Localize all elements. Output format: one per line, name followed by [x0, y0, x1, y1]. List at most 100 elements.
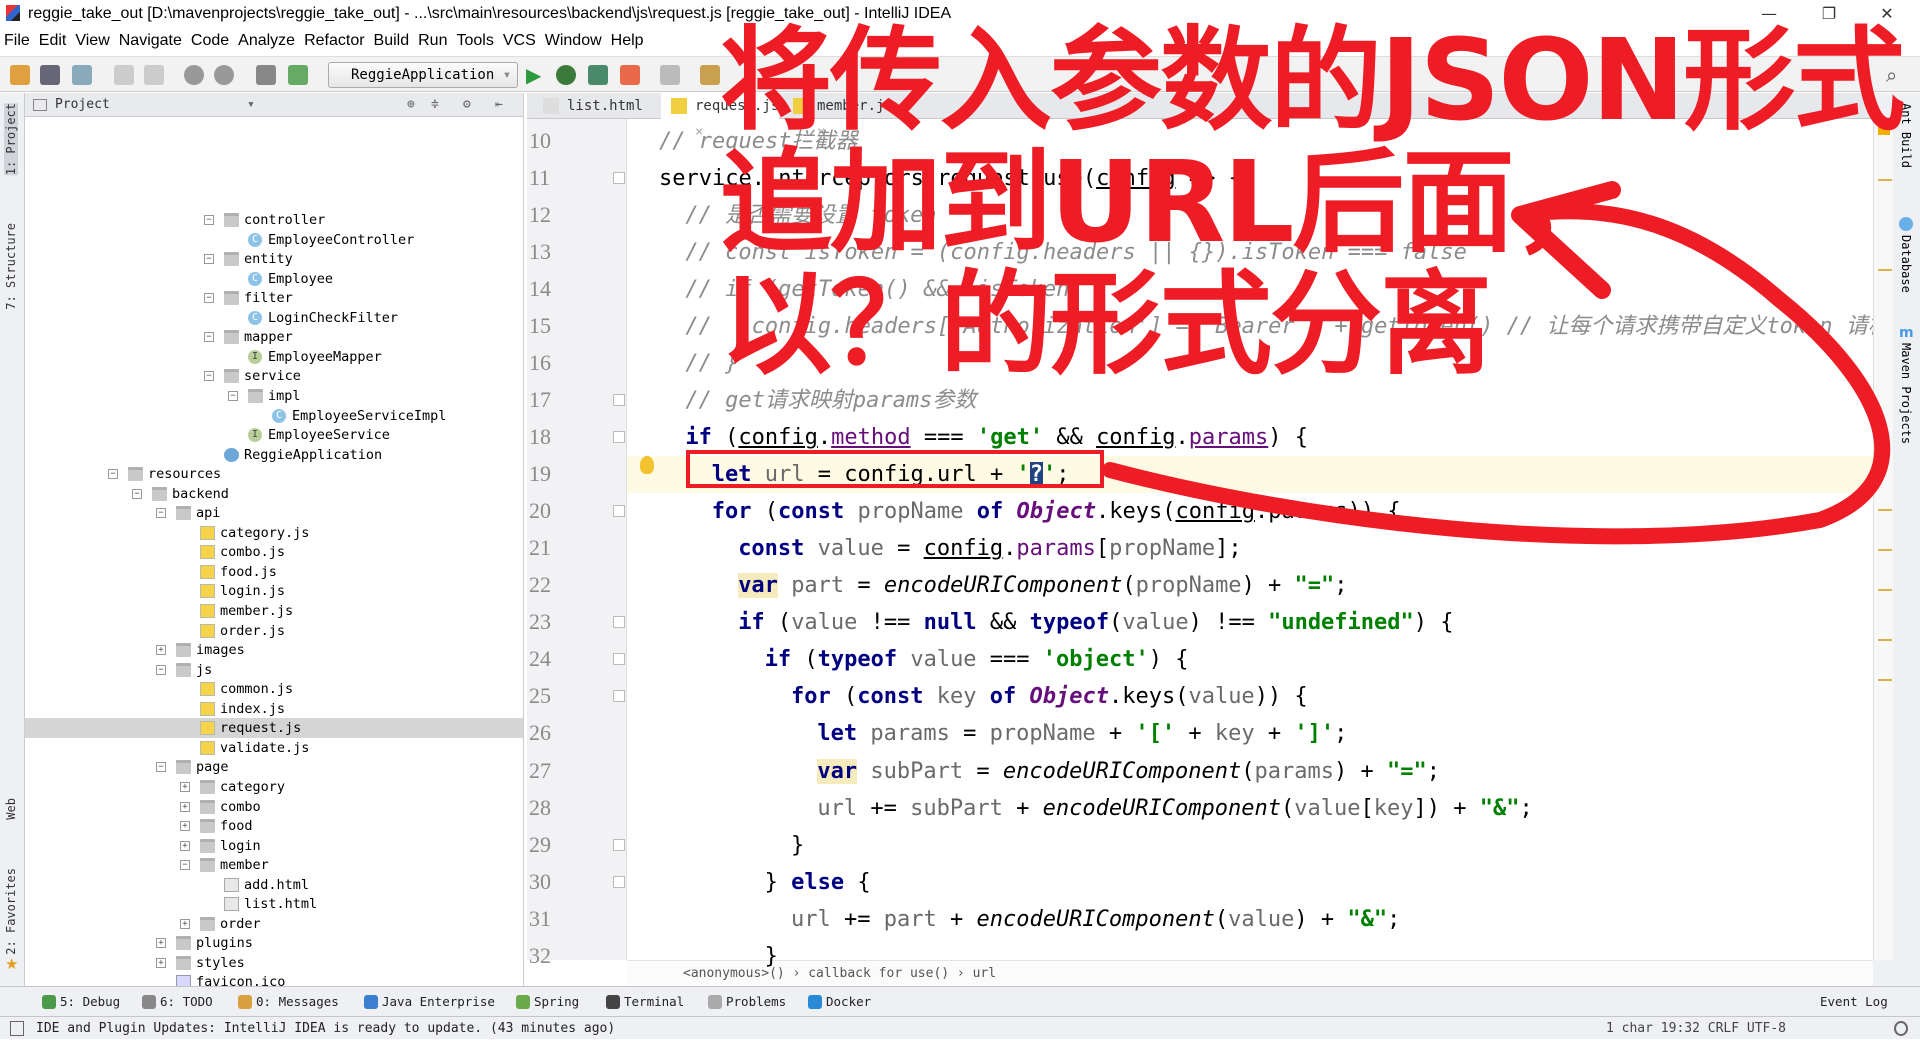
replace-icon[interactable]: [214, 65, 234, 85]
tree-item[interactable]: order.js: [25, 621, 523, 641]
menu-refactor[interactable]: Refactor: [304, 27, 364, 54]
tree-item[interactable]: + styles: [25, 953, 523, 973]
tree-item[interactable]: − resources: [25, 464, 523, 484]
save-icon[interactable]: [40, 65, 60, 85]
menu-edit[interactable]: Edit: [39, 27, 67, 54]
collapse-toggle-icon[interactable]: −: [204, 293, 214, 304]
collapse-toggle-icon[interactable]: −: [132, 488, 142, 499]
lightbulb-icon[interactable]: [640, 456, 654, 474]
stop-icon[interactable]: [620, 65, 640, 85]
toggle-tool-windows-icon[interactable]: [10, 1021, 24, 1036]
tree-item[interactable]: common.js: [25, 679, 523, 699]
tree-item[interactable]: + login: [25, 836, 523, 856]
menu-analyze[interactable]: Analyze: [238, 27, 295, 54]
collapse-toggle-icon[interactable]: −: [204, 332, 214, 343]
menu-build[interactable]: Build: [374, 27, 410, 54]
collapse-toggle-icon[interactable]: −: [180, 860, 190, 871]
fold-marker-icon[interactable]: [613, 394, 625, 407]
collapse-toggle-icon[interactable]: −: [228, 390, 238, 401]
fold-marker-icon[interactable]: [613, 172, 625, 185]
menu-navigate[interactable]: Navigate: [119, 27, 182, 54]
structure-tool-tab[interactable]: 7: Structure: [4, 223, 18, 310]
tool-window-todo[interactable]: 6: TODO: [140, 987, 213, 1017]
tree-item[interactable]: − entity: [25, 249, 523, 269]
layout-icon[interactable]: [660, 65, 680, 85]
warning-indicator-icon[interactable]: [1878, 123, 1890, 135]
tree-item[interactable]: + category: [25, 777, 523, 797]
minimize-button[interactable]: —: [1746, 0, 1792, 27]
expand-toggle-icon[interactable]: +: [180, 918, 190, 929]
inspector-icon[interactable]: [1894, 1021, 1908, 1036]
fold-marker-icon[interactable]: [613, 875, 625, 888]
fold-marker-icon[interactable]: [613, 431, 625, 444]
event-log-button[interactable]: Event Log: [1800, 987, 1888, 1017]
tree-item[interactable]: − member: [25, 855, 523, 875]
debug-icon[interactable]: [556, 65, 576, 85]
tree-item[interactable]: + order: [25, 914, 523, 934]
project-panel-title[interactable]: Project: [55, 97, 110, 112]
menu-window[interactable]: Window: [545, 27, 602, 54]
tree-item[interactable]: food.js: [25, 562, 523, 582]
tree-item[interactable]: − page: [25, 757, 523, 777]
tool-window-debug[interactable]: 5: Debug: [40, 987, 120, 1017]
find-icon[interactable]: [184, 65, 204, 85]
tree-item[interactable]: + plugins: [25, 933, 523, 953]
tree-item[interactable]: − impl: [25, 386, 523, 406]
tree-item[interactable]: − controller: [25, 210, 523, 230]
expand-toggle-icon[interactable]: +: [180, 821, 190, 832]
status-message[interactable]: IDE and Plugin Updates: IntelliJ IDEA is…: [36, 1021, 615, 1036]
close-window-button[interactable]: ✕: [1864, 0, 1910, 27]
tool-window-docker[interactable]: Docker: [806, 987, 871, 1017]
menu-run[interactable]: Run: [418, 27, 447, 54]
undo-icon[interactable]: [114, 65, 134, 85]
redo-icon[interactable]: [144, 65, 164, 85]
tree-item[interactable]: − backend: [25, 484, 523, 504]
tree-item[interactable]: + combo: [25, 797, 523, 817]
coverage-icon[interactable]: [588, 65, 608, 85]
tree-item[interactable]: C EmployeeServiceImpl: [25, 406, 523, 426]
project-tool-tab[interactable]: 1: Project: [4, 103, 18, 176]
menu-code[interactable]: Code: [191, 27, 229, 54]
restore-button[interactable]: ❐: [1806, 0, 1852, 27]
open-icon[interactable]: [10, 65, 30, 85]
tree-item[interactable]: category.js: [25, 523, 523, 543]
tree-item[interactable]: favicon.ico: [25, 972, 523, 986]
ant-build-tool-tab[interactable]: Ant Build: [1899, 103, 1913, 168]
tree-item[interactable]: list.html: [25, 894, 523, 914]
tree-item[interactable]: I EmployeeService: [25, 425, 523, 445]
collapse-toggle-icon[interactable]: −: [204, 215, 214, 225]
tree-item[interactable]: + images: [25, 640, 523, 660]
tree-item[interactable]: I EmployeeMapper: [25, 347, 523, 367]
chevron-down-icon[interactable]: ▾: [247, 93, 255, 117]
run-icon[interactable]: ▶: [526, 63, 541, 87]
tree-item[interactable]: validate.js: [25, 738, 523, 758]
build-icon[interactable]: [256, 65, 276, 85]
fold-marker-icon[interactable]: [613, 838, 625, 851]
tree-item[interactable]: C EmployeeController: [25, 230, 523, 250]
collapse-toggle-icon[interactable]: −: [156, 664, 166, 675]
tree-item[interactable]: − filter: [25, 288, 523, 308]
fold-marker-icon[interactable]: [613, 690, 625, 703]
tree-item[interactable]: index.js: [25, 699, 523, 719]
hide-panel-icon[interactable]: ⇤: [495, 93, 503, 117]
gear-icon[interactable]: ⚙: [463, 93, 471, 117]
fold-marker-icon[interactable]: [613, 505, 625, 518]
tree-item[interactable]: login.js: [25, 581, 523, 601]
fold-marker-icon[interactable]: [613, 616, 625, 629]
collapse-toggle-icon[interactable]: −: [108, 469, 118, 480]
menu-tools[interactable]: Tools: [456, 27, 493, 54]
maven-tool-tab[interactable]: Maven Projects: [1899, 343, 1913, 444]
tab-member-js[interactable]: member.js ×: [783, 93, 907, 140]
menu-help[interactable]: Help: [611, 27, 644, 54]
scroll-from-source-icon[interactable]: ⊕: [407, 93, 415, 117]
tool-window-javaenterprise[interactable]: Java Enterprise: [362, 987, 495, 1017]
tool-window-terminal[interactable]: Terminal: [604, 987, 684, 1017]
web-tool-tab[interactable]: Web: [4, 798, 18, 820]
tab-request-js[interactable]: request.js ×: [661, 93, 779, 140]
settings-icon[interactable]: [700, 65, 720, 85]
tree-item[interactable]: add.html: [25, 875, 523, 895]
tree-item[interactable]: C Employee: [25, 269, 523, 289]
database-tool-tab[interactable]: Database: [1899, 235, 1913, 293]
expand-toggle-icon[interactable]: +: [156, 938, 166, 949]
fold-marker-icon[interactable]: [613, 653, 625, 666]
